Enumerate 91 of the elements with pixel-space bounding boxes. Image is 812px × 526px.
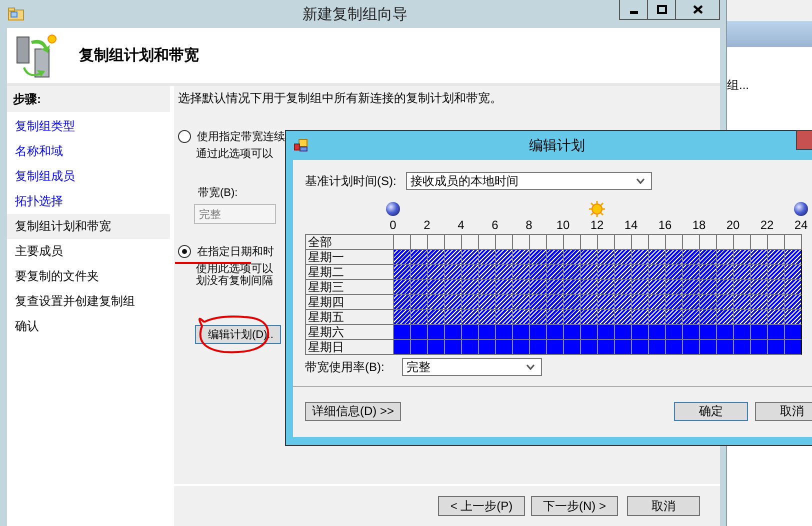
day-row-button[interactable]: 星期四 (306, 295, 394, 310)
hour-column-button[interactable] (700, 235, 717, 250)
folder-icon (8, 7, 24, 21)
radio-button[interactable] (178, 245, 191, 258)
cancel-button[interactable]: 取消 (755, 402, 812, 421)
step-item[interactable]: 复制组类型 (7, 114, 170, 139)
hour-label: 16 (658, 218, 672, 232)
hour-column-button[interactable] (547, 235, 564, 250)
bandwidth-usage-label: 带宽使用率(B): (305, 358, 384, 376)
hour-column-button[interactable] (683, 235, 700, 250)
option-description: 划没有复制间隔 (196, 275, 273, 287)
hour-column-button[interactable] (462, 235, 479, 250)
sun-icon (588, 200, 606, 218)
hour-label: 0 (390, 218, 396, 232)
hour-label: 6 (492, 218, 498, 232)
hour-label: 8 (526, 218, 532, 232)
step-item[interactable]: 要复制的文件夹 (7, 264, 170, 289)
schedule-app-icon (294, 139, 308, 152)
step-item[interactable]: 主要成员 (7, 239, 170, 264)
step-item[interactable]: 复制组成员 (7, 164, 170, 189)
bandwidth-label: 带宽(B): (197, 186, 239, 200)
all-days-button[interactable]: 全部 (306, 235, 394, 250)
hour-column-button[interactable] (649, 235, 666, 250)
hour-column-button[interactable] (785, 235, 802, 250)
schedule-row[interactable] (394, 280, 802, 295)
option-description: 通过此选项可以 (196, 148, 273, 160)
schedule-row[interactable] (394, 250, 802, 265)
day-row-button[interactable]: 星期六 (306, 325, 394, 340)
ok-button[interactable]: 确定 (674, 402, 748, 421)
background-text: 组... (727, 77, 750, 94)
day-row-button[interactable]: 星期二 (306, 265, 394, 280)
hour-column-button[interactable] (666, 235, 683, 250)
hour-column-button[interactable] (598, 235, 615, 250)
step-item[interactable]: 名称和域 (7, 139, 170, 164)
wizard-button[interactable]: 下一步(N) > (531, 496, 618, 516)
hour-label: 12 (590, 218, 604, 232)
window-title: 新建复制组向导 (302, 4, 408, 24)
hour-column-button[interactable] (530, 235, 547, 250)
hour-column-button[interactable] (394, 235, 411, 250)
hour-column-button[interactable] (496, 235, 513, 250)
hour-column-button[interactable] (564, 235, 581, 250)
minimize-icon (630, 11, 638, 14)
details-button[interactable]: 详细信息(D) >> (305, 402, 402, 421)
moon-icon (385, 201, 401, 217)
intro-text: 选择默认情况下用于复制组中所有新连接的复制计划和带宽。 (178, 90, 503, 107)
wizard-button[interactable]: 取消 (627, 496, 700, 516)
radio-button[interactable] (178, 130, 191, 143)
page-heading: 复制组计划和带宽 (79, 46, 199, 65)
step-item[interactable]: 拓扑选择 (7, 189, 170, 214)
hour-label: 22 (760, 218, 774, 232)
step-item[interactable]: 确认 (7, 314, 170, 339)
day-row-button[interactable]: 星期一 (306, 250, 394, 265)
hour-column-button[interactable] (632, 235, 649, 250)
hour-label: 14 (624, 218, 638, 232)
hour-column-button[interactable] (513, 235, 530, 250)
hour-column-button[interactable] (428, 235, 445, 250)
hour-column-button[interactable] (581, 235, 598, 250)
step-item[interactable]: 复查设置并创建复制组 (7, 289, 170, 314)
moon-icon (793, 201, 809, 217)
base-time-dropdown[interactable]: 接收成员的本地时间 (406, 172, 652, 190)
hour-column-button[interactable] (717, 235, 734, 250)
hour-column-button[interactable] (479, 235, 496, 250)
close-icon (692, 5, 702, 14)
steps-heading: 步骤: (7, 86, 170, 112)
hour-label: 24 (794, 218, 808, 232)
hour-label: 20 (726, 218, 740, 232)
schedule-row[interactable] (394, 265, 802, 280)
hour-label: 18 (692, 218, 706, 232)
schedule-row[interactable] (394, 295, 802, 310)
day-row-button[interactable]: 星期日 (306, 340, 394, 355)
bandwidth-usage-dropdown[interactable]: 完整 (402, 358, 542, 376)
hour-column-button[interactable] (411, 235, 428, 250)
hour-label: 4 (458, 218, 464, 232)
radio-label: 在指定日期和时 (197, 244, 274, 259)
hour-column-button[interactable] (445, 235, 462, 250)
hour-column-button[interactable] (734, 235, 751, 250)
hour-label: 2 (424, 218, 430, 232)
hour-label: 10 (556, 218, 570, 232)
wizard-button[interactable]: < 上一步(P) (438, 496, 525, 516)
base-time-label: 基准计划时间(S): (305, 172, 396, 190)
step-item[interactable]: 复制组计划和带宽 (7, 214, 170, 239)
radio-label: 使用指定带宽连续 (197, 130, 285, 144)
dialog-title: 编辑计划 (528, 136, 586, 154)
day-row-button[interactable]: 星期三 (306, 280, 394, 295)
hour-column-button[interactable] (615, 235, 632, 250)
hour-column-button[interactable] (751, 235, 768, 250)
schedule-row[interactable] (394, 310, 802, 325)
server-sync-icon (15, 32, 59, 78)
hour-column-button[interactable] (768, 235, 785, 250)
maximize-icon (656, 4, 666, 14)
day-row-button[interactable]: 星期五 (306, 310, 394, 325)
